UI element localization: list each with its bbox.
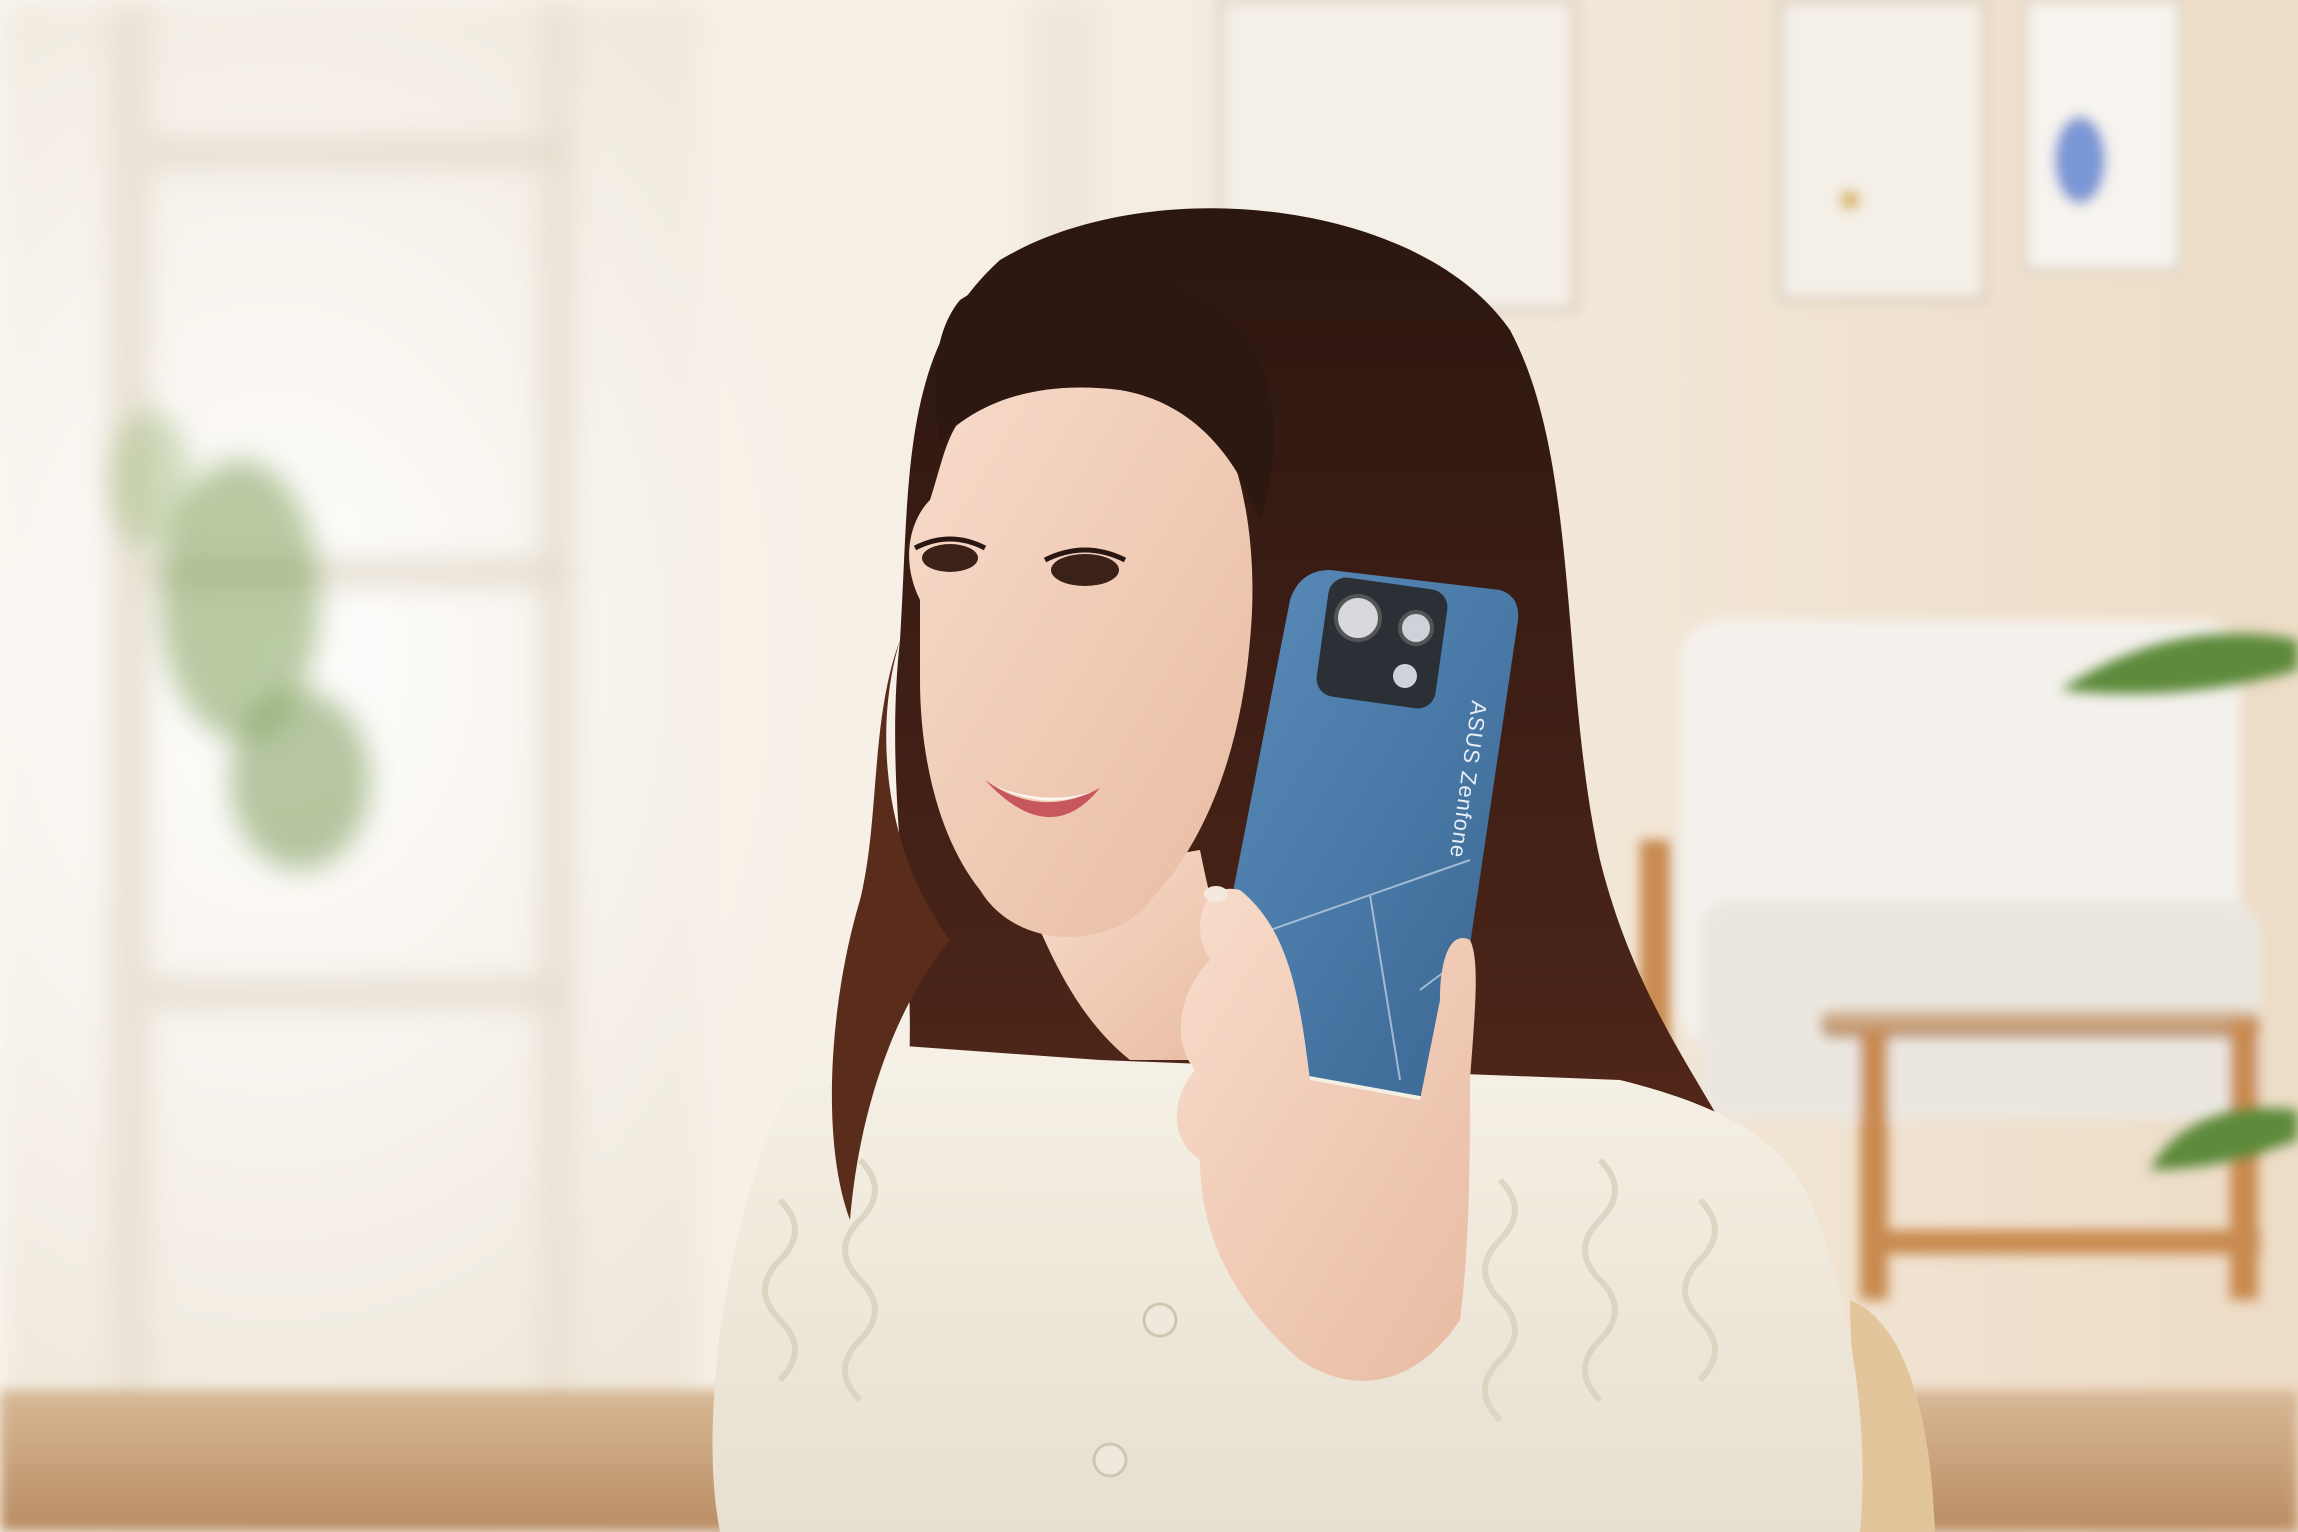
- thumbnail: [1204, 886, 1228, 902]
- camera-island: [1316, 577, 1448, 709]
- camera-lens-secondary: [1398, 610, 1434, 646]
- photo-scene: ASUS Zenfone: [0, 0, 2298, 1532]
- camera-flash: [1393, 664, 1417, 688]
- camera-lens-main: [1334, 594, 1382, 642]
